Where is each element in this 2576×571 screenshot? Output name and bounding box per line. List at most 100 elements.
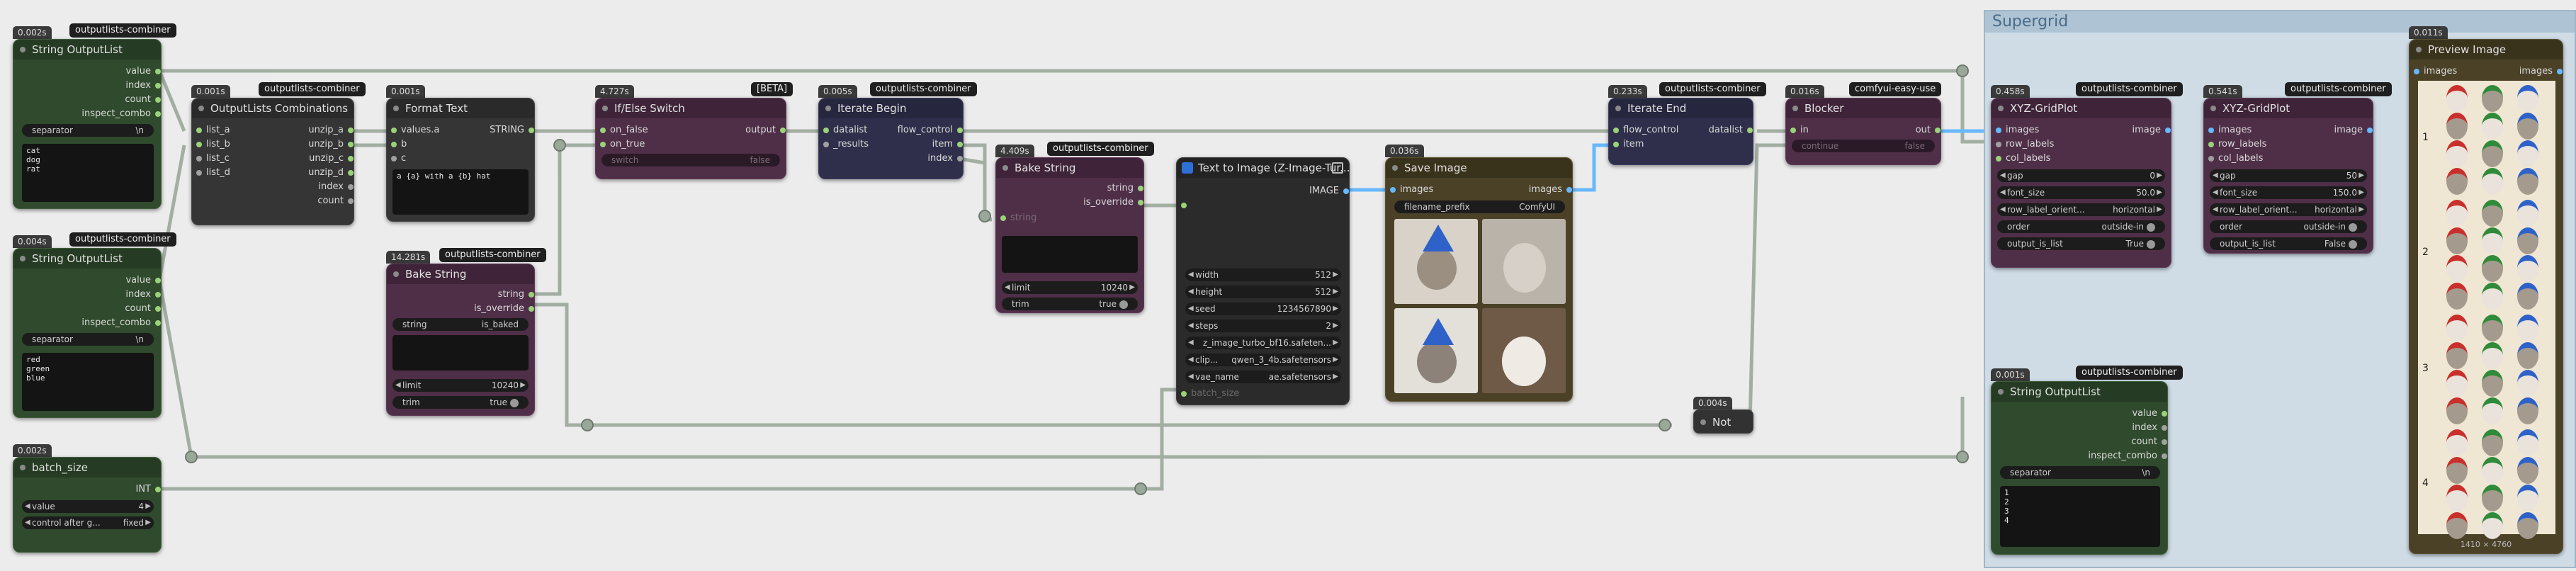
input-images[interactable]: images bbox=[2208, 124, 2252, 137]
font-size-widget[interactable]: ◀ font_size 50.0 ▶ bbox=[1997, 186, 2165, 199]
bake-string-node-1[interactable]: Bake String string is_override string is_… bbox=[386, 264, 535, 416]
image-thumbnail[interactable] bbox=[1394, 219, 1478, 304]
input-flow-control[interactable]: flow_control bbox=[1613, 124, 1678, 137]
output-inspect-combo[interactable]: inspect_combo bbox=[45, 108, 161, 120]
input-row-labels[interactable]: row_labels bbox=[1996, 138, 2054, 151]
output-int[interactable]: INT bbox=[94, 483, 161, 496]
gap-widget[interactable]: ◀ gap 0 ▶ bbox=[1997, 169, 2165, 182]
output-string[interactable]: string bbox=[1063, 182, 1143, 195]
control-after-generate-widget[interactable]: ◀ control after g... fixed ▶ bbox=[22, 516, 154, 529]
iterate-begin-node[interactable]: Iterate Begin datalist _results flow_con… bbox=[818, 98, 964, 179]
iterate-end-node[interactable]: Iterate End flow_control item datalist bbox=[1608, 98, 1753, 165]
input-b[interactable]: b bbox=[391, 138, 407, 151]
collapse-dot-icon[interactable] bbox=[20, 47, 26, 52]
output-index[interactable]: index bbox=[875, 152, 963, 165]
list-textarea[interactable]: 1 2 3 4 bbox=[2000, 486, 2160, 547]
output-unzip-d[interactable]: unzip_d bbox=[273, 166, 354, 179]
output-is-override[interactable]: is_override bbox=[1056, 196, 1143, 209]
input-on-true[interactable]: on_true bbox=[600, 138, 645, 151]
output-image[interactable]: image bbox=[2104, 124, 2171, 137]
input-batch-size[interactable]: batch_size bbox=[1181, 388, 1239, 400]
trim-toggle[interactable]: trim true bbox=[392, 396, 529, 409]
not-node[interactable]: Not bbox=[1693, 409, 1753, 434]
seed-widget[interactable]: ◀ seed 1234567890 ▶ bbox=[1185, 303, 1341, 315]
collapse-dot-icon[interactable] bbox=[1392, 165, 1398, 171]
collapse-dot-icon[interactable] bbox=[1792, 106, 1798, 111]
input-col-labels[interactable]: col_labels bbox=[1996, 152, 2050, 165]
order-toggle[interactable]: order outside-in bbox=[1997, 220, 2165, 233]
output-is-override[interactable]: is_override bbox=[446, 303, 534, 315]
preview-grid-image[interactable]: 1 2 3 4 bbox=[2418, 81, 2555, 539]
input-list-c[interactable]: list_c bbox=[196, 152, 230, 165]
input-images[interactable]: images bbox=[2414, 65, 2457, 78]
collapse-dot-icon[interactable] bbox=[393, 271, 399, 277]
model-select[interactable]: ◀ z_image_turbo_bf16.safeten... ▶ bbox=[1185, 337, 1341, 349]
output-count[interactable]: count bbox=[2072, 436, 2167, 448]
reroute-point[interactable] bbox=[1956, 451, 1969, 463]
output-unzip-a[interactable]: unzip_a bbox=[273, 124, 354, 137]
input-list-a[interactable]: list_a bbox=[196, 124, 230, 137]
row-label-orientation-select[interactable]: ◀ row_label_orient... horizontal ▶ bbox=[1997, 203, 2165, 216]
output-string[interactable]: string bbox=[453, 288, 534, 301]
batch-size-node[interactable]: batch_size INT ◀ value 4 ▶ ◀ control after g… bbox=[13, 457, 162, 553]
output-is-list-toggle[interactable]: output_is_list False bbox=[2210, 237, 2367, 250]
reroute-point[interactable] bbox=[185, 451, 198, 463]
clip-select[interactable]: ◀ clip... qwen_3_4b.safetensors ▶ bbox=[1185, 354, 1341, 366]
bake-string-node-2[interactable]: Bake String string is_override string ◀ l… bbox=[995, 157, 1144, 313]
output-value[interactable]: value bbox=[66, 274, 161, 287]
input-in[interactable]: in bbox=[1790, 124, 1809, 137]
output-index[interactable]: index bbox=[66, 288, 161, 301]
baked-textarea[interactable] bbox=[1002, 236, 1138, 273]
value-widget[interactable]: ◀ value 4 ▶ bbox=[22, 500, 154, 513]
input-datalist[interactable]: datalist bbox=[823, 124, 867, 137]
collapse-dot-icon[interactable] bbox=[20, 465, 26, 470]
output-item[interactable]: item bbox=[875, 138, 963, 151]
collapse-dot-icon[interactable] bbox=[198, 106, 204, 111]
output-index[interactable]: index bbox=[66, 79, 161, 92]
template-textarea[interactable]: a {a} with a {b} hat bbox=[392, 169, 529, 215]
input-row-labels[interactable]: row_labels bbox=[2208, 138, 2266, 151]
string-outputlist-node-1[interactable]: String OutputList value index count insp… bbox=[13, 39, 162, 209]
filename-prefix-widget[interactable]: filename_prefix ComfyUI bbox=[1394, 200, 1565, 213]
output-is-list-toggle[interactable]: output_is_list True bbox=[1997, 237, 2165, 250]
output-count[interactable]: count bbox=[66, 94, 161, 106]
output-image[interactable]: image bbox=[2306, 124, 2373, 137]
image-thumbnail[interactable] bbox=[1394, 308, 1478, 393]
output-index[interactable]: index bbox=[2072, 422, 2167, 434]
vae-select[interactable]: ◀ vae_name ae.safetensors ▶ bbox=[1185, 371, 1341, 383]
collapse-dot-icon[interactable] bbox=[1998, 389, 2004, 395]
outputlists-combinations-node[interactable]: OutputLists Combinations list_a list_b l… bbox=[191, 98, 354, 225]
output-flow-control[interactable]: flow_control bbox=[875, 124, 963, 137]
collapse-dot-icon[interactable] bbox=[1615, 106, 1621, 111]
save-image-node[interactable]: Save Image images images filename_prefix… bbox=[1385, 157, 1573, 402]
open-subgraph-icon[interactable] bbox=[1332, 162, 1343, 174]
input-results[interactable]: _results bbox=[823, 138, 869, 151]
string-outputlist-node-2[interactable]: String OutputList value index count insp… bbox=[13, 248, 162, 418]
image-thumbnail[interactable] bbox=[1482, 219, 1566, 304]
output-value[interactable]: value bbox=[66, 65, 161, 78]
node-canvas[interactable]: Supergrid 0.002s outputlists-combiner St… bbox=[0, 0, 2576, 571]
output-count[interactable]: count bbox=[66, 303, 161, 315]
xyz-gridplot-node-1[interactable]: XYZ-GridPlot images row_labels col_label… bbox=[1991, 98, 2171, 268]
input-c[interactable]: c bbox=[391, 152, 406, 165]
collapse-dot-icon[interactable] bbox=[1002, 165, 1008, 171]
list-textarea[interactable]: cat dog rat bbox=[22, 144, 154, 202]
output-value[interactable]: value bbox=[2072, 407, 2167, 420]
height-widget[interactable]: ◀ height 512 ▶ bbox=[1185, 286, 1341, 298]
collapse-dot-icon[interactable] bbox=[602, 106, 608, 111]
collapse-dot-icon[interactable] bbox=[2416, 47, 2422, 52]
output-out[interactable]: out bbox=[1888, 124, 1941, 137]
if-else-switch-node[interactable]: If/Else Switch on_false on_true output s… bbox=[595, 98, 786, 179]
reroute-point[interactable] bbox=[1956, 64, 1969, 77]
reroute-point[interactable] bbox=[978, 210, 991, 222]
blocker-node[interactable]: Blocker in out continue false bbox=[1785, 98, 1941, 165]
output-string[interactable]: STRING bbox=[461, 124, 534, 137]
input-images[interactable]: images bbox=[1390, 183, 1433, 196]
collapse-dot-icon[interactable] bbox=[2210, 106, 2216, 111]
reroute-point[interactable] bbox=[581, 419, 594, 431]
collapse-dot-icon[interactable] bbox=[20, 256, 26, 261]
output-count[interactable]: count bbox=[273, 195, 354, 208]
collapse-dot-icon[interactable] bbox=[393, 106, 399, 111]
collapse-dot-icon[interactable] bbox=[1998, 106, 2004, 111]
output[interactable]: output bbox=[719, 124, 786, 137]
